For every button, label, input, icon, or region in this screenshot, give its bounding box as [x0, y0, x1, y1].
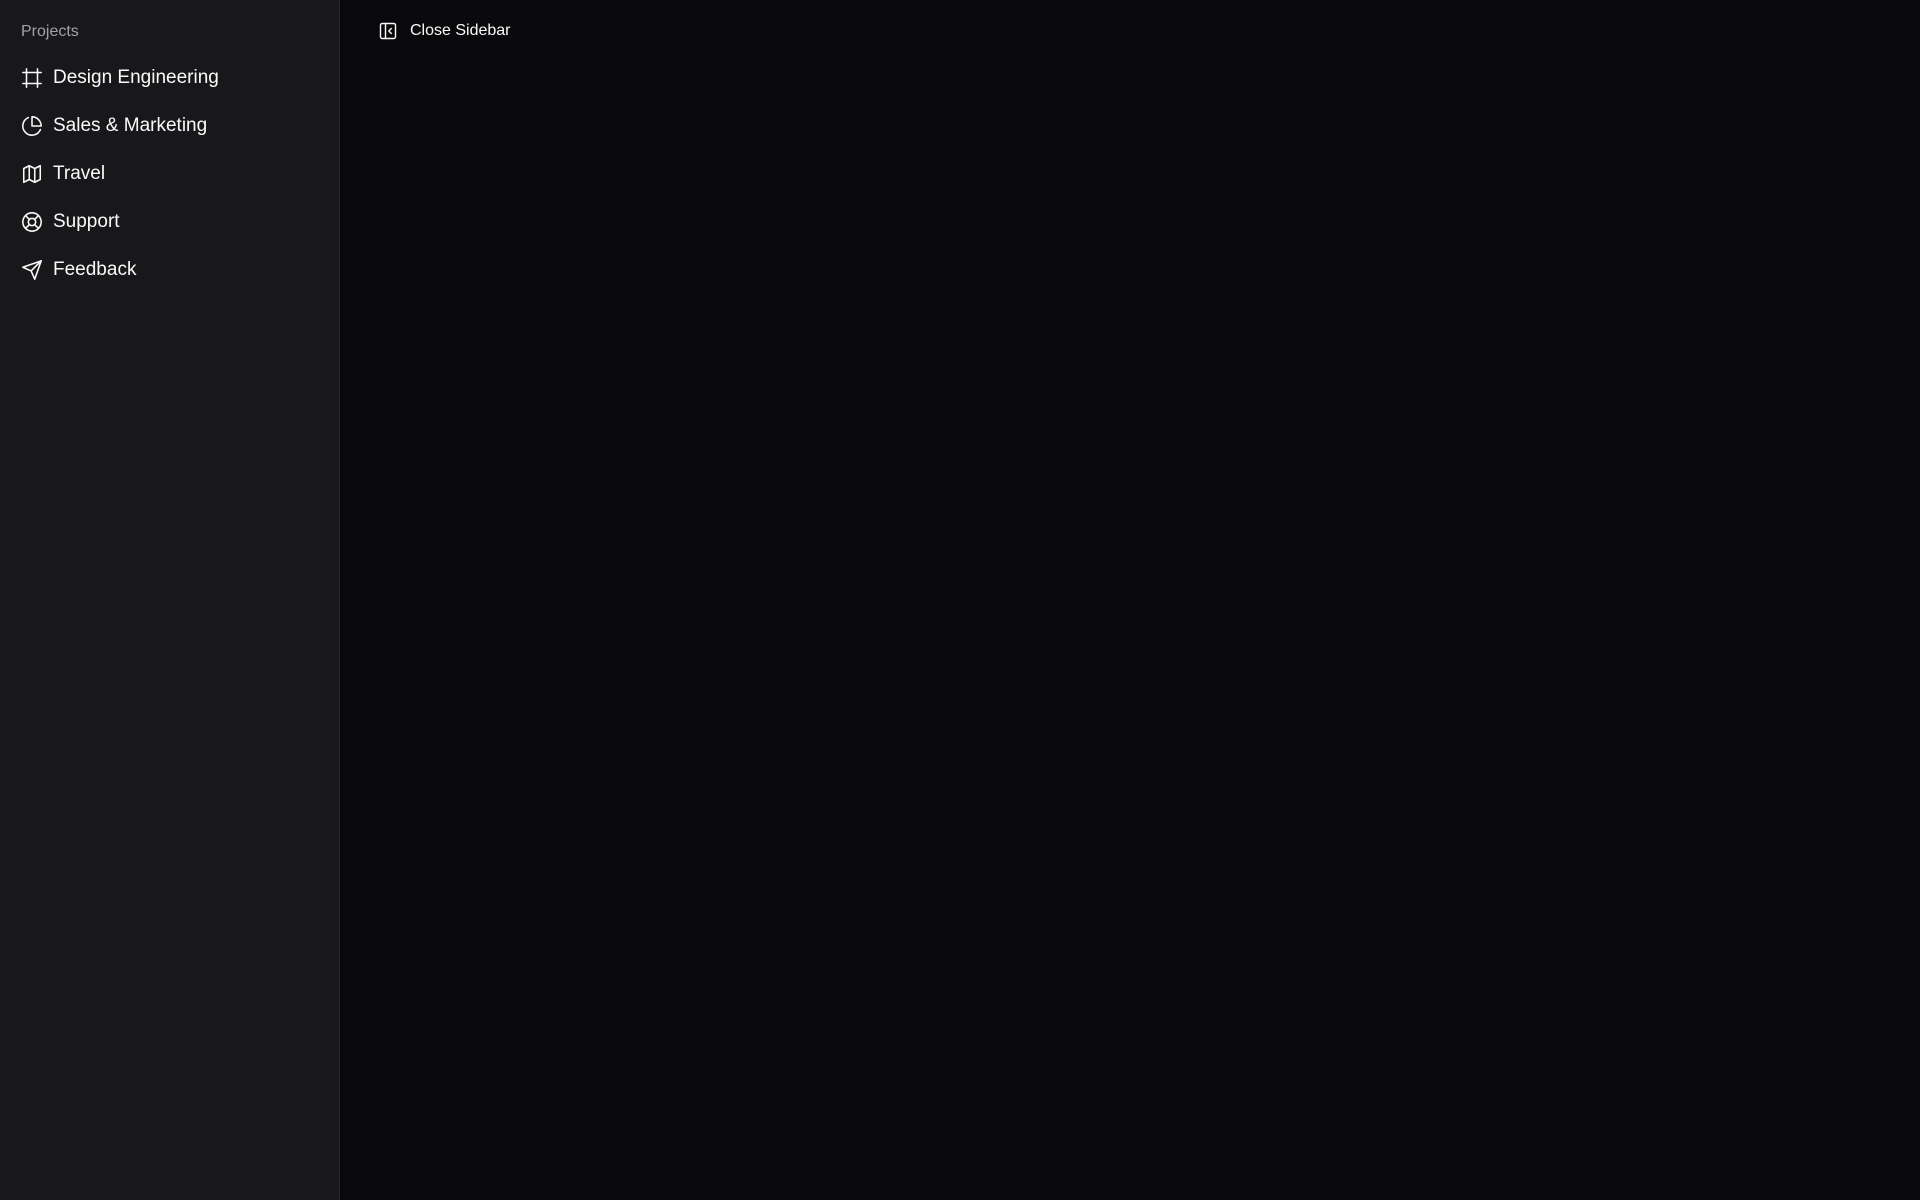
sidebar-item-label: Design Engineering — [53, 67, 219, 88]
sidebar-group-label: Projects — [21, 23, 79, 40]
close-sidebar-label: Close Sidebar — [410, 22, 511, 39]
sidebar-item-design-engineering[interactable]: Design Engineering — [0, 54, 339, 102]
sidebar-item-label: Support — [53, 211, 120, 232]
topbar: Close Sidebar — [340, 0, 1920, 62]
sidebar: Projects Design Engineering Sales & Mark… — [0, 0, 340, 1200]
sidebar-item-travel[interactable]: Travel — [0, 150, 339, 198]
sidebar-item-label: Sales & Marketing — [53, 115, 208, 136]
pie-chart-icon — [21, 115, 43, 137]
close-sidebar-button[interactable]: Close Sidebar — [378, 21, 511, 41]
sidebar-item-label: Feedback — [53, 259, 137, 280]
sidebar-item-support[interactable]: Support — [0, 198, 339, 246]
map-icon — [21, 163, 43, 185]
app-root: Projects Design Engineering Sales & Mark… — [0, 0, 1920, 1200]
send-icon — [21, 259, 43, 281]
project-nav: Design Engineering Sales & Marketing Tra… — [0, 54, 339, 294]
sidebar-item-feedback[interactable]: Feedback — [0, 246, 339, 294]
panel-left-close-icon — [378, 21, 398, 41]
sidebar-item-label: Travel — [53, 163, 106, 184]
life-buoy-icon — [21, 211, 43, 233]
sidebar-item-sales-marketing[interactable]: Sales & Marketing — [0, 102, 339, 150]
frame-icon — [21, 67, 43, 89]
main-content: Close Sidebar — [340, 0, 1920, 1200]
